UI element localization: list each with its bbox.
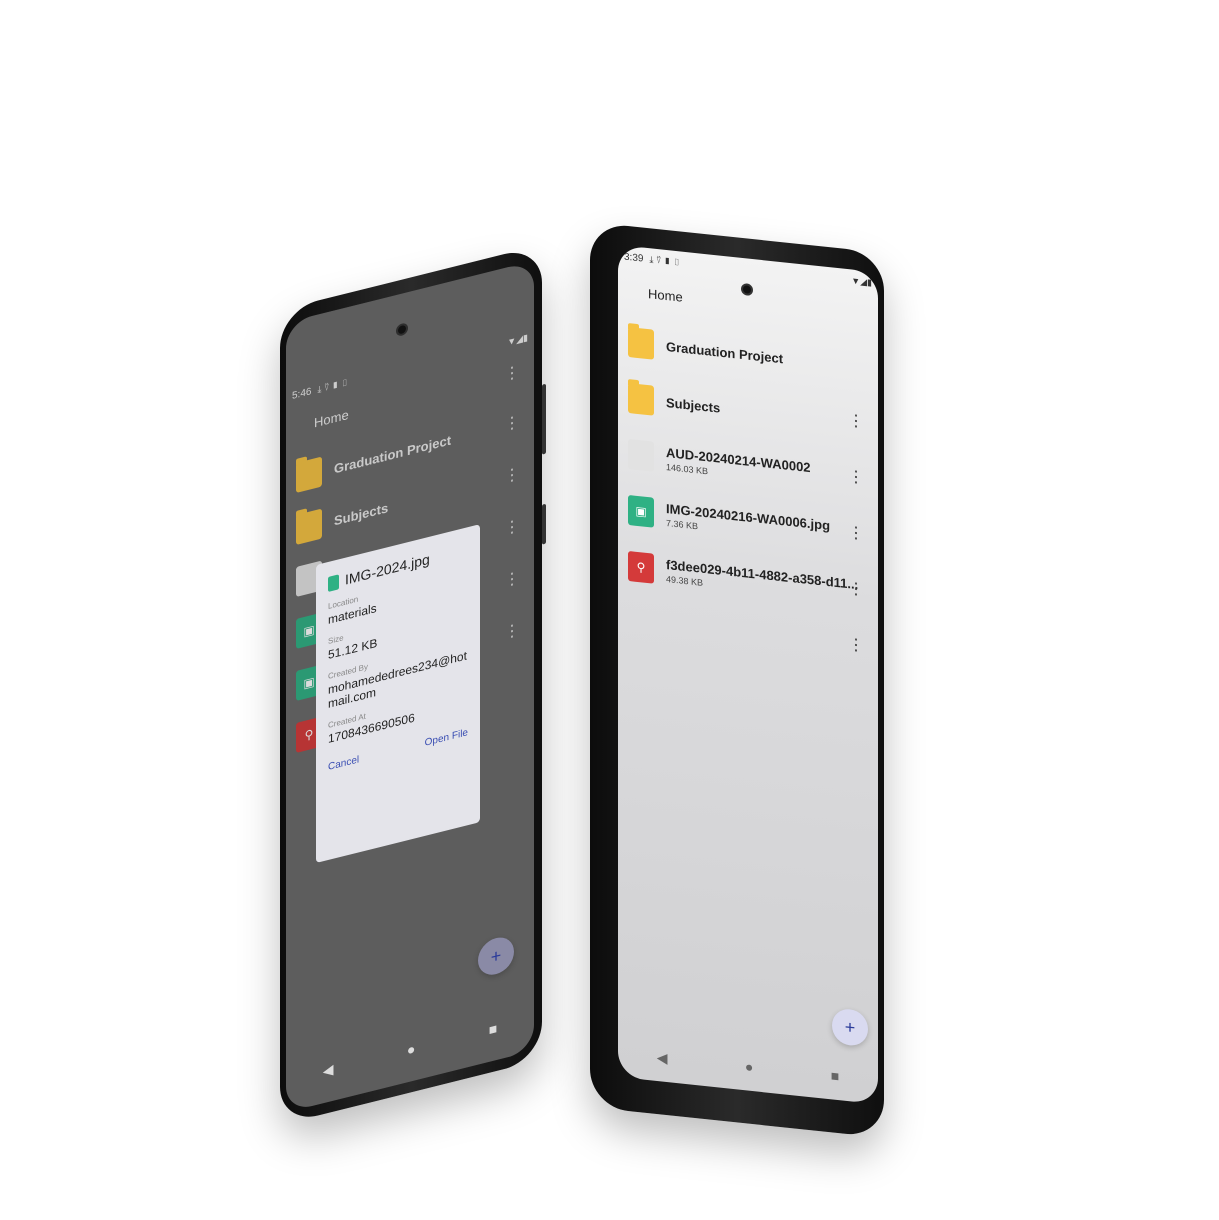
file-name: Subjects xyxy=(666,394,721,416)
power-button xyxy=(542,503,546,545)
appbar-title: Home xyxy=(648,286,683,305)
more-options-icon[interactable]: ⋮ xyxy=(848,524,864,543)
recents-icon[interactable]: ■ xyxy=(831,1067,839,1084)
add-button[interactable]: + xyxy=(832,1007,868,1048)
back-icon[interactable]: ◀ xyxy=(657,1049,668,1067)
status-time: 3:39 xyxy=(624,251,644,265)
more-options-icon[interactable]: ⋮ xyxy=(848,412,864,431)
pdf-file-icon: ⚲ xyxy=(628,550,654,584)
image-file-icon: ▣ xyxy=(628,494,654,528)
more-options-icon[interactable]: ⋮ xyxy=(848,580,864,599)
recents-icon[interactable]: ■ xyxy=(489,1020,497,1038)
folder-icon xyxy=(628,326,654,360)
volume-button xyxy=(542,383,546,455)
more-options-icon[interactable]: ⋮ xyxy=(848,468,864,487)
phone-right: 3:39 ⤓ ⍢ ▮ ▯ ▼◢▮ Home Graduation Project… xyxy=(590,222,884,1138)
screen: 5:46 ⤓ ⍢ ▮ ▯ ▼◢▮ Home ⋮ Graduation Proje… xyxy=(286,260,534,1113)
file-name: Graduation Project xyxy=(666,338,784,366)
document-icon xyxy=(628,438,654,472)
open-file-button[interactable]: Open File xyxy=(425,727,468,749)
front-camera xyxy=(741,282,753,297)
notification-icons: ⤓ ⍢ ▮ ▯ xyxy=(649,253,681,267)
phone-left: 5:46 ⤓ ⍢ ▮ ▯ ▼◢▮ Home ⋮ Graduation Proje… xyxy=(280,244,546,1126)
cancel-button[interactable]: Cancel xyxy=(328,754,359,773)
home-icon[interactable]: ● xyxy=(407,1040,415,1058)
back-icon[interactable]: ◀ xyxy=(323,1060,334,1080)
file-details-dialog: IMG-2024.jpg Location materials Size 51.… xyxy=(316,524,480,864)
image-file-icon xyxy=(328,573,339,592)
folder-icon xyxy=(628,382,654,416)
home-icon[interactable]: ● xyxy=(745,1058,753,1075)
more-options-icon[interactable]: ⋮ xyxy=(848,636,864,655)
screen: 3:39 ⤓ ⍢ ▮ ▯ ▼◢▮ Home Graduation Project… xyxy=(618,244,878,1105)
system-icons: ▼◢▮ xyxy=(851,274,872,288)
